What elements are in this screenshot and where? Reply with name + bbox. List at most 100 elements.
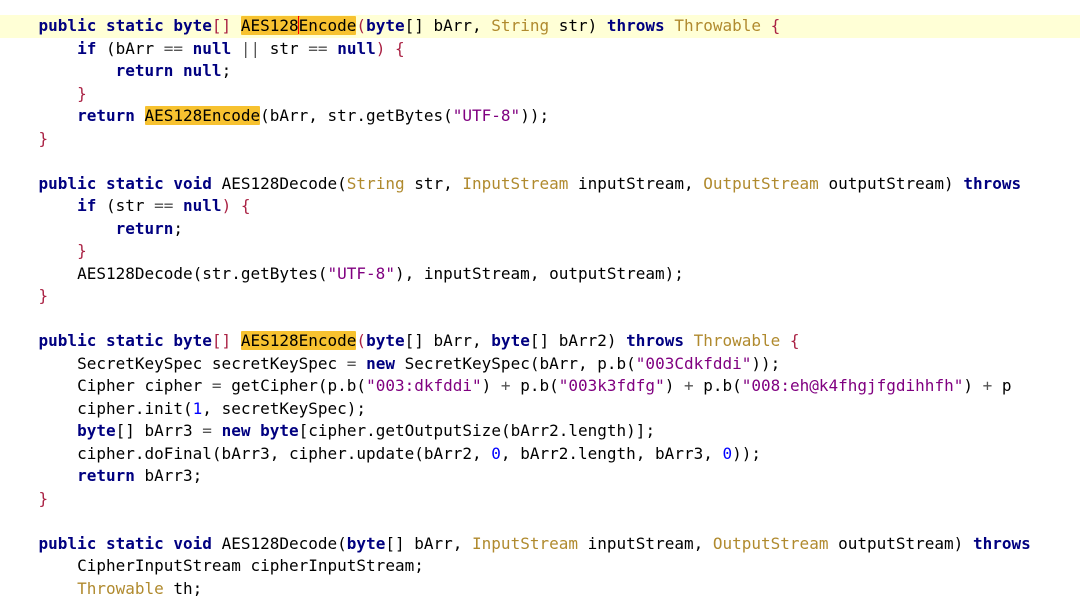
code-token: ( (356, 16, 367, 35)
code-line[interactable]: return null; (0, 60, 1080, 83)
code-line[interactable]: } (0, 83, 1080, 106)
code-token: return (77, 106, 135, 125)
code-token: InputStream (472, 533, 578, 553)
code-token: bArr3; (134, 466, 203, 485)
code-line[interactable]: public static void AES128Decode(String s… (0, 173, 1080, 196)
code-token: CipherInputStream cipherInputStream; (0, 556, 424, 575)
code-token: InputStream (462, 173, 569, 193)
code-token: "003Cdkfddi" (635, 353, 752, 373)
code-token: 0 (491, 443, 501, 463)
code-line[interactable]: return bArr3; (0, 465, 1080, 488)
search-highlight-token: AES128Encode (144, 106, 261, 125)
code-editor[interactable]: public static byte[] AES128Encode(byte[]… (0, 0, 1080, 599)
code-token: )); (732, 443, 762, 463)
code-token: )); (520, 106, 550, 125)
code-token: byte (173, 16, 212, 35)
code-token: byte (366, 331, 405, 350)
code-token: public static (0, 16, 174, 35)
code-token: byte (491, 331, 530, 350)
code-token: public static void (0, 533, 222, 553)
code-token: throws (963, 173, 1022, 193)
code-token: == (154, 196, 174, 215)
code-token: (bArr (96, 38, 164, 58)
code-token: OutputStream (703, 173, 819, 193)
code-line[interactable]: if (bArr == null || str == null) { (0, 38, 1080, 61)
code-token: = (211, 376, 222, 395)
code-token: str (260, 38, 309, 58)
code-line-current[interactable]: public static byte[] AES128Encode(byte[]… (0, 15, 1080, 38)
code-token: p (992, 376, 1012, 395)
code-line[interactable]: CipherInputStream cipherInputStream; (0, 555, 1080, 578)
code-line[interactable]: return AES128Encode(bArr, str.getBytes("… (0, 105, 1080, 128)
code-token: return (77, 466, 135, 485)
code-line[interactable] (0, 150, 1080, 173)
code-line[interactable]: cipher.doFinal(bArr3, cipher.update(bArr… (0, 443, 1080, 466)
code-line[interactable]: } (0, 285, 1080, 308)
code-line[interactable]: public static byte[] AES128Encode(byte[]… (0, 330, 1080, 353)
code-token: getCipher(p.b( (221, 376, 367, 395)
code-token: p.b( (693, 376, 742, 395)
code-token: SecretKeySpec secretKeySpec (0, 353, 347, 373)
code-line[interactable]: AES128Decode(str.getBytes("UTF-8"), inpu… (0, 263, 1080, 286)
code-token: [cipher.getOutputSize(bArr2.length)]; (298, 421, 656, 440)
code-token: } (0, 488, 49, 508)
code-token: th; (163, 578, 203, 598)
code-token: p.b( (510, 376, 559, 395)
code-token: ) { (375, 38, 405, 58)
code-token: "003:dkfddi" (366, 376, 482, 395)
code-token: (bArr, str.getBytes( (260, 106, 453, 125)
code-token: public static void (0, 173, 222, 193)
code-token: outputStream) (828, 533, 973, 553)
code-token: null (337, 38, 376, 58)
search-highlight-token: AES128Encode (240, 331, 357, 350)
code-token: Cipher cipher (0, 376, 212, 395)
code-token: byte (260, 421, 299, 440)
code-token: + (982, 376, 993, 395)
code-token: (str (96, 196, 155, 215)
code-token: inputStream, (568, 173, 704, 193)
code-line[interactable]: Throwable th; (0, 578, 1080, 599)
code-line[interactable] (0, 308, 1080, 331)
code-token: ) (481, 376, 501, 395)
code-token: )); (751, 353, 781, 373)
code-line[interactable]: } (0, 240, 1080, 263)
code-line[interactable]: Cipher cipher = getCipher(p.b("003:dkfdd… (0, 375, 1080, 398)
code-token: } (0, 286, 49, 305)
code-line[interactable]: byte[] bArr3 = new byte[cipher.getOutput… (0, 420, 1080, 443)
code-token: || (240, 38, 261, 58)
code-token: [] bArr2) (529, 331, 627, 350)
code-token: AES128Decode( (221, 533, 347, 553)
code-line[interactable]: SecretKeySpec secretKeySpec = new Secret… (0, 353, 1080, 376)
code-line[interactable]: } (0, 128, 1080, 151)
code-token: [] bArr, (404, 331, 492, 350)
code-line[interactable]: return; (0, 218, 1080, 241)
code-token: } (0, 241, 87, 260)
code-line[interactable] (0, 510, 1080, 533)
code-token: String (491, 16, 550, 35)
code-line[interactable]: } (0, 488, 1080, 511)
code-token: [] bArr, (385, 533, 473, 553)
code-token: null (192, 38, 232, 58)
code-line[interactable]: if (str == null) { (0, 195, 1080, 218)
code-token: "UTF-8" (327, 263, 395, 283)
code-line[interactable]: public static void AES128Decode(byte[] b… (0, 533, 1080, 556)
code-token: + (683, 376, 694, 395)
code-line[interactable]: cipher.init(1, secretKeySpec); (0, 398, 1080, 421)
code-token: , secretKeySpec); (202, 398, 367, 418)
code-token: [] (211, 331, 241, 350)
code-token: 0 (722, 443, 733, 463)
